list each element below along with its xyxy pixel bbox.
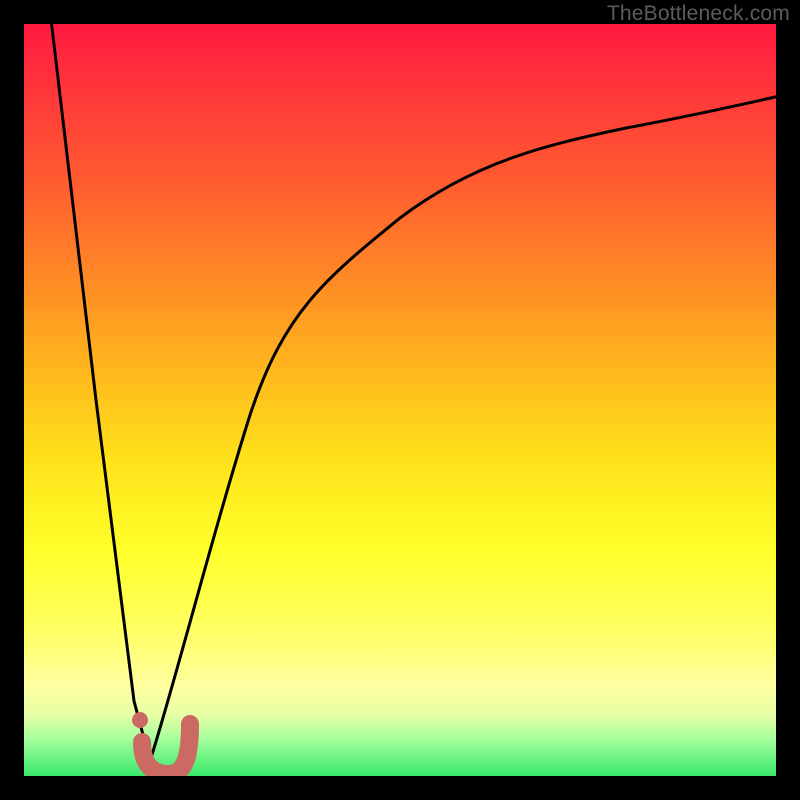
left-branch-line — [51, 24, 150, 761]
chart-lines — [24, 24, 776, 776]
plot-area — [24, 24, 776, 776]
chart-frame: TheBottleneck.com — [0, 0, 800, 800]
watermark-text: TheBottleneck.com — [607, 2, 790, 26]
right-branch-line — [150, 95, 776, 761]
